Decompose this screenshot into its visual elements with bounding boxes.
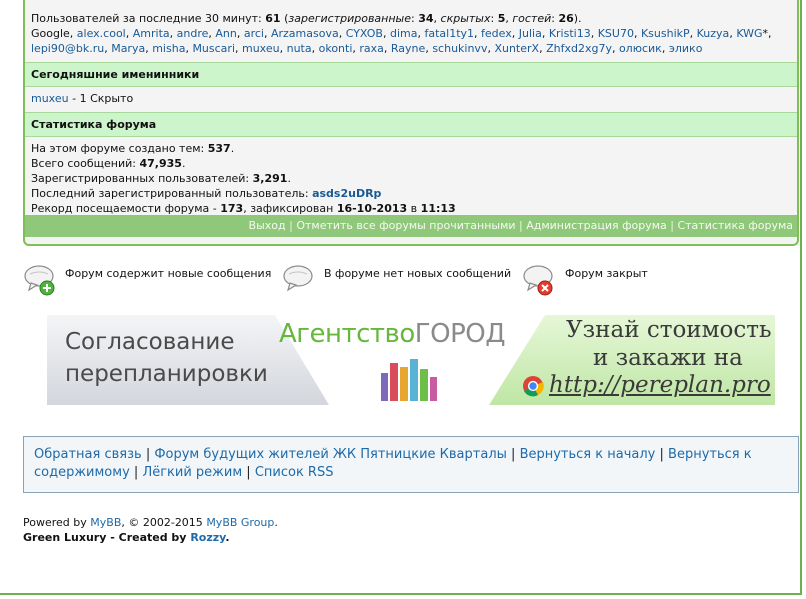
- online-user-link[interactable]: lepi90@bk.ru: [31, 42, 104, 55]
- online-user-link[interactable]: muxeu: [242, 42, 280, 55]
- banner-left-line1: Согласование: [65, 329, 235, 355]
- forum-stats-link[interactable]: Статистика форума: [677, 219, 793, 232]
- legend-no-new-posts-label: В форуме нет новых сообщений: [324, 267, 512, 280]
- forum-closed-icon: [523, 265, 553, 296]
- birthday-user-link[interactable]: muxeu: [31, 92, 69, 105]
- online-user-link[interactable]: arci: [244, 27, 264, 40]
- mark-read-link[interactable]: Отметить все форумы прочитанными: [296, 219, 515, 232]
- birthdays-header: Сегодняшние именинники: [25, 62, 797, 87]
- banner-url: http://pereplan.pro: [549, 372, 771, 398]
- online-bot: Google: [31, 27, 70, 40]
- online-user-link[interactable]: dima: [390, 27, 418, 40]
- birthdays-row: muxeu - 1 Скрыто: [31, 92, 134, 105]
- online-user-link[interactable]: KSU70: [598, 27, 634, 40]
- online-user-link[interactable]: Rayne: [391, 42, 425, 55]
- online-user-link[interactable]: Zhfxd2xg7y: [546, 42, 612, 55]
- legend-no-new-posts: В форуме нет новых сообщений: [280, 262, 520, 298]
- online-user-link[interactable]: XunterX: [494, 42, 539, 55]
- online-user-link[interactable]: элико: [669, 42, 703, 55]
- legend-closed: Форум закрыт: [520, 262, 680, 298]
- stat-record-date: 16-10-2013: [336, 202, 408, 215]
- contact-link[interactable]: Обратная связь: [34, 447, 142, 462]
- newest-member-link[interactable]: asds2uDRp: [312, 187, 381, 200]
- legend-new-posts: Форум содержит новые сообщения: [23, 262, 283, 298]
- back-to-top-link[interactable]: Вернуться к началу: [520, 447, 656, 462]
- board-stats-panel: Пользователей за последние 30 минут: 61 …: [23, 0, 799, 246]
- online-user-link[interactable]: nuta: [287, 42, 312, 55]
- online-user-link[interactable]: fedex: [481, 27, 512, 40]
- forum-icon-legend: Форум содержит новые сообщения В форуме …: [23, 262, 783, 298]
- theme-author-link[interactable]: Rozzy: [190, 531, 225, 544]
- online-user-link[interactable]: Marya: [111, 42, 145, 55]
- online-user-link[interactable]: Kristi13: [549, 27, 591, 40]
- online-user-link[interactable]: Amrita: [133, 27, 170, 40]
- advertising-banner[interactable]: Согласование перепланировки АгентствоГОР…: [47, 315, 775, 405]
- online-user-link[interactable]: CYXOB: [346, 27, 383, 40]
- online-user-link[interactable]: schukinvv: [432, 42, 487, 55]
- home-forum-link[interactable]: Форум будущих жителей ЖК Пятницкие Кварт…: [154, 447, 507, 462]
- online-user-link[interactable]: Arzamasova: [271, 27, 339, 40]
- online-hidden-count: 5: [497, 12, 506, 25]
- banner-right-line2: и закажи на: [593, 345, 743, 371]
- legend-closed-label: Форум закрыт: [565, 267, 648, 280]
- forum-stats-header: Статистика форума: [25, 112, 797, 137]
- online-user-link[interactable]: raxa: [359, 42, 384, 55]
- online-total: 61: [265, 12, 281, 25]
- online-user-link[interactable]: Julia: [519, 27, 542, 40]
- legend-new-posts-label: Форум содержит новые сообщения: [65, 267, 272, 280]
- forum-team-link[interactable]: Администрация форума: [526, 219, 667, 232]
- online-user-link[interactable]: fatal1ty1: [424, 27, 474, 40]
- banner-left-line2: перепланировки: [65, 361, 268, 387]
- bottom-nav-box: Обратная связь | Форум будущих жителей Ж…: [23, 436, 799, 493]
- online-registered-count: 34: [418, 12, 434, 25]
- logout-link[interactable]: Выход: [249, 219, 286, 232]
- stat-posts: 47,935: [139, 157, 182, 170]
- online-users-row: Пользователей за последние 30 минут: 61 …: [31, 12, 772, 55]
- stat-topics: 537: [207, 142, 231, 155]
- stat-record: 173: [220, 202, 244, 215]
- stat-record-time: 11:13: [420, 202, 456, 215]
- online-user-list: alex.cool, Amrita, andre, Ann, arci, Arz…: [31, 27, 772, 55]
- stat-members: 3,291: [252, 172, 288, 185]
- forum-no-new-posts-icon: [283, 265, 313, 292]
- banner-brand: АгентствоГОРОД: [279, 319, 506, 349]
- mybb-group-link[interactable]: MyBB Group: [206, 516, 274, 529]
- lite-mode-link[interactable]: Лёгкий режим: [142, 465, 242, 480]
- online-user-link[interactable]: andre: [177, 27, 209, 40]
- powered-by: Powered by MyBB, © 2002-2015 MyBB Group.…: [23, 516, 278, 544]
- online-user-link[interactable]: Muscari: [192, 42, 235, 55]
- rss-list-link[interactable]: Список RSS: [255, 465, 334, 480]
- online-user-link[interactable]: Kuzya: [697, 27, 730, 40]
- online-user-link[interactable]: KWG: [736, 27, 762, 40]
- online-user-link[interactable]: олюсик: [619, 42, 662, 55]
- mybb-link[interactable]: MyBB: [90, 516, 121, 529]
- online-user-link[interactable]: okonti: [319, 42, 353, 55]
- forum-new-posts-icon: [24, 265, 55, 296]
- stats-footer-links: Выход | Отметить все форумы прочитанными…: [25, 215, 797, 237]
- online-user-link[interactable]: alex.cool: [77, 27, 126, 40]
- online-user-link[interactable]: Ann: [215, 27, 236, 40]
- online-user-link[interactable]: misha: [152, 42, 185, 55]
- forum-stats-row: На этом форуме создано тем: 537. Всего с…: [31, 142, 456, 215]
- online-user-mark: *: [762, 27, 769, 40]
- online-user-link[interactable]: KsushikP: [641, 27, 690, 40]
- online-guests-count: 26: [558, 12, 574, 25]
- banner-right-line1: Узнай стоимость: [566, 317, 772, 343]
